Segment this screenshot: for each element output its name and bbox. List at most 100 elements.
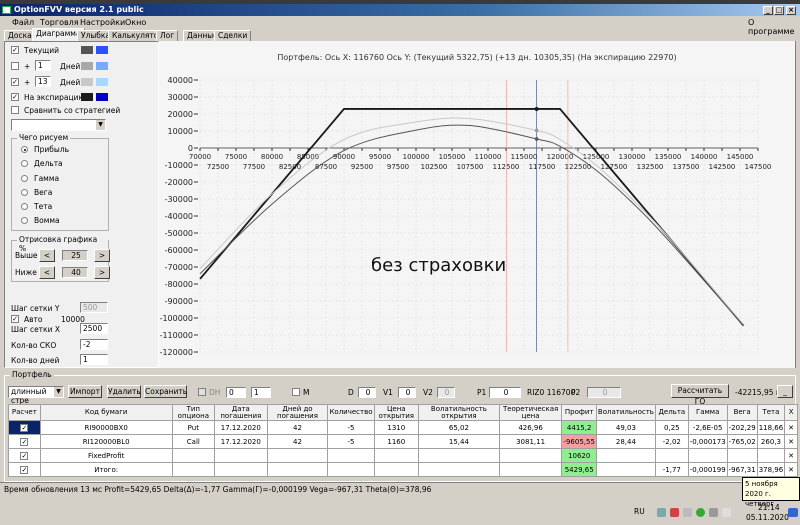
calc-checkbox[interactable]: ✓ <box>20 437 29 446</box>
p1-input[interactable]: 0 <box>489 387 521 398</box>
maximize-button[interactable]: □ <box>774 6 784 15</box>
radio-theta[interactable] <box>21 203 28 210</box>
delete-button[interactable]: Удалить <box>107 385 141 398</box>
clock-date[interactable]: 05.11.2020 <box>746 513 789 522</box>
calc-cell[interactable]: ✓ <box>8 420 41 435</box>
column-header[interactable]: Цена открытия <box>373 404 420 421</box>
plus13-color-swatch-alt[interactable] <box>96 78 108 86</box>
minimize-button[interactable]: _ <box>763 6 773 15</box>
plus1-color-swatch-alt[interactable] <box>96 62 108 70</box>
import-button[interactable]: Импорт <box>68 385 102 398</box>
table-row[interactable]: ✓ RI90000BX0 Put 17.12.2020 42 -5 1310 65,02 426… <box>8 420 798 435</box>
tab-deals[interactable]: Сделки <box>214 30 252 41</box>
compare-checkbox[interactable] <box>11 106 19 114</box>
expiration-color-swatch-alt[interactable] <box>96 93 108 101</box>
security-icon[interactable] <box>696 508 705 517</box>
below-decrease-button[interactable]: < <box>39 266 55 279</box>
remove-row-button[interactable]: ✕ <box>784 420 798 435</box>
column-header[interactable]: Профит <box>561 404 597 421</box>
calc-margin-button[interactable]: Рассчитать ГО <box>671 384 729 406</box>
plus1-days-input[interactable]: 1 <box>35 60 51 71</box>
menu-trade[interactable]: Торговля <box>40 18 79 27</box>
column-header[interactable]: Код бумаги <box>39 404 173 421</box>
p2-input[interactable]: 0 <box>587 387 621 398</box>
grid-y-input[interactable]: 500 <box>80 302 108 313</box>
show-desktop-icon[interactable] <box>788 508 798 517</box>
m-checkbox[interactable] <box>292 388 300 396</box>
column-header[interactable]: Дата погашения <box>214 404 268 421</box>
app-tray-icon[interactable] <box>670 508 679 517</box>
plus13-days-input[interactable]: 13 <box>35 76 51 87</box>
tab-board[interactable]: Доска <box>4 30 36 41</box>
column-header[interactable]: Тета <box>756 404 786 421</box>
dh-checkbox[interactable] <box>198 388 206 396</box>
grid-x-input[interactable]: 2500 <box>80 323 108 334</box>
expiration-color-swatch[interactable] <box>81 93 93 101</box>
calc-checkbox[interactable]: ✓ <box>20 451 29 460</box>
column-header[interactable]: Дельта <box>654 404 689 421</box>
below-increase-button[interactable]: > <box>94 266 110 279</box>
network-icon[interactable] <box>657 508 666 517</box>
plus13-checkbox[interactable]: ✓ <box>11 78 19 86</box>
expiration-checkbox[interactable]: ✓ <box>11 93 19 101</box>
days-count-input[interactable]: 1 <box>80 354 108 365</box>
radio-vega[interactable] <box>21 189 28 196</box>
calc-checkbox[interactable]: ✓ <box>20 465 29 474</box>
strategy-select[interactable]: длинный стре ▼ <box>8 386 64 405</box>
calc-cell[interactable]: ✓ <box>8 434 41 449</box>
table-row[interactable]: ✓ Итого: 5429,65 -1,77 -0,000199 -967,31 378,9… <box>8 462 798 477</box>
tab-log[interactable]: Лог <box>156 30 179 41</box>
column-header[interactable]: Количество <box>327 404 375 421</box>
collapse-button[interactable]: _ <box>777 385 793 398</box>
remove-row-button[interactable]: ✕ <box>784 434 798 449</box>
chevron-down-icon[interactable]: ▼ <box>54 387 63 397</box>
column-header[interactable]: Волатильность открытия <box>418 404 500 421</box>
current-color-swatch[interactable] <box>81 46 93 54</box>
plus13-color-swatch[interactable] <box>81 78 93 86</box>
column-header[interactable]: X <box>784 404 798 421</box>
radio-profit[interactable] <box>21 146 28 153</box>
close-button[interactable]: × <box>786 6 796 15</box>
current-color-swatch-alt[interactable] <box>96 46 108 54</box>
dh-spinner-a[interactable]: 0 <box>226 387 246 398</box>
d-input[interactable]: 0 <box>358 387 376 398</box>
column-header[interactable]: Волатильность <box>595 404 656 421</box>
flag-icon[interactable] <box>722 508 731 517</box>
remove-row-button[interactable]: ✕ <box>784 462 798 477</box>
chart-scrollbar[interactable] <box>795 41 800 368</box>
column-header[interactable]: Теоретическая цена <box>498 404 563 421</box>
plus1-color-swatch[interactable] <box>81 62 93 70</box>
above-increase-button[interactable]: > <box>94 249 110 262</box>
sko-input[interactable]: -2 <box>80 339 108 350</box>
menu-file[interactable]: Файл <box>12 18 34 27</box>
chevron-down-icon[interactable]: ▼ <box>96 120 105 130</box>
device-icon[interactable] <box>709 508 718 517</box>
above-decrease-button[interactable]: < <box>39 249 55 262</box>
table-row[interactable]: ✓ RI120000BL0 Call 17.12.2020 42 -5 1160 15,44 3… <box>8 434 798 449</box>
column-header[interactable]: Тип опциона <box>171 404 216 421</box>
v1-input[interactable]: 0 <box>398 387 416 398</box>
remove-row-button[interactable]: ✕ <box>784 448 798 463</box>
menu-window[interactable]: Окно <box>125 18 146 27</box>
menu-about[interactable]: О программе <box>748 18 800 36</box>
calc-checkbox[interactable]: ✓ <box>20 423 29 432</box>
calc-cell[interactable]: ✓ <box>8 448 41 463</box>
strategy-compare-select[interactable]: ▼ <box>11 119 106 131</box>
menu-settings[interactable]: Настройки <box>80 18 125 27</box>
v2-input[interactable]: 0 <box>437 387 455 398</box>
radio-vomma[interactable] <box>21 217 28 224</box>
plus1-checkbox[interactable] <box>11 62 19 70</box>
save-button[interactable]: Сохранить <box>144 385 187 398</box>
column-header[interactable]: Дней до погашения <box>266 404 329 421</box>
radio-gamma[interactable] <box>21 175 28 182</box>
volume-icon[interactable] <box>683 508 692 517</box>
dh-spinner-b[interactable]: 1 <box>251 387 271 398</box>
current-checkbox[interactable]: ✓ <box>11 46 19 54</box>
table-row[interactable]: ✓ FixedProfit 10620 ✕ <box>8 448 798 463</box>
auto-checkbox[interactable]: ✓ <box>11 315 19 323</box>
column-header[interactable]: Расчет <box>8 404 41 421</box>
calc-cell[interactable]: ✓ <box>8 462 41 477</box>
language-indicator[interactable]: RU <box>634 507 645 516</box>
column-header[interactable]: Гамма <box>687 404 728 421</box>
column-header[interactable]: Вега <box>726 404 758 421</box>
